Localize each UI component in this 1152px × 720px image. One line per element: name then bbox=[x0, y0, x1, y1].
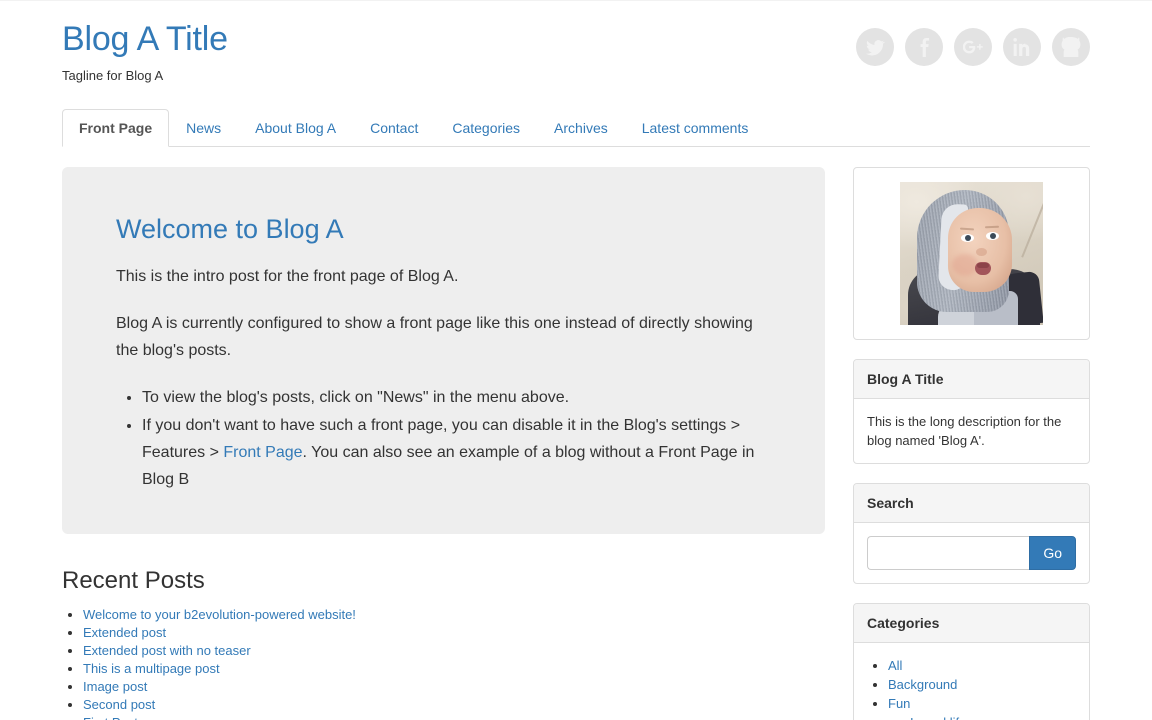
recent-post-link[interactable]: Extended post with no teaser bbox=[83, 643, 251, 658]
baby-photo[interactable] bbox=[900, 182, 1043, 325]
main-nav-tabs: Front Page News About Blog A Contact Cat… bbox=[62, 111, 1090, 147]
intro-paragraph-1: This is the intro post for the front pag… bbox=[116, 263, 771, 290]
recent-posts-section: Recent Posts Welcome to your b2evolution… bbox=[62, 566, 825, 720]
intro-paragraph-2: Blog A is currently configured to show a… bbox=[116, 310, 771, 364]
widget-image-body bbox=[854, 168, 1089, 339]
tab-contact[interactable]: Contact bbox=[353, 109, 435, 147]
recent-post-link[interactable]: Second post bbox=[83, 697, 155, 712]
list-item: In real life Movies bbox=[910, 713, 1076, 720]
main-column: Welcome to Blog A This is the intro post… bbox=[62, 167, 825, 720]
widget-search: Search Go bbox=[853, 483, 1090, 584]
category-link-in-real-life[interactable]: In real life bbox=[910, 715, 966, 720]
widget-description-text: This is the long description for the blo… bbox=[854, 399, 1089, 463]
front-page-link[interactable]: Front Page bbox=[223, 444, 302, 461]
list-item: Welcome to your b2evolution-powered webs… bbox=[83, 606, 825, 624]
search-input[interactable] bbox=[867, 536, 1029, 570]
widget-image bbox=[853, 167, 1090, 340]
recent-post-link[interactable]: Image post bbox=[83, 679, 147, 694]
widget-title: Search bbox=[854, 484, 1089, 523]
sidebar: Blog A Title This is the long descriptio… bbox=[853, 167, 1090, 720]
facebook-icon[interactable] bbox=[905, 28, 943, 66]
photo-mouth bbox=[975, 262, 991, 275]
site-tagline: Tagline for Blog A bbox=[62, 67, 1090, 85]
twitter-icon[interactable] bbox=[856, 28, 894, 66]
tab-latest-comments[interactable]: Latest comments bbox=[625, 109, 766, 147]
photo-eye-right bbox=[986, 232, 999, 240]
linkedin-icon[interactable] bbox=[1003, 28, 1041, 66]
list-item: All bbox=[888, 656, 1076, 675]
widget-categories-body: All Background Fun In real life Movies bbox=[854, 643, 1089, 720]
widget-title: Blog A Title bbox=[854, 360, 1089, 399]
list-item: Fun In real life Movies bbox=[888, 694, 1076, 720]
github-icon[interactable] bbox=[1052, 28, 1090, 66]
page-container: Blog A Title Tagline for Blog A bbox=[62, 1, 1090, 720]
tab-about-blog-a[interactable]: About Blog A bbox=[238, 109, 353, 147]
social-links bbox=[856, 28, 1090, 66]
photo-cheek bbox=[952, 254, 978, 276]
intro-bullet-1: To view the blog's posts, click on "News… bbox=[142, 384, 771, 411]
category-sublist: In real life Movies bbox=[888, 713, 1076, 720]
google-plus-icon[interactable] bbox=[954, 28, 992, 66]
tab-news[interactable]: News bbox=[169, 109, 238, 147]
photo-nose bbox=[976, 248, 987, 256]
widget-blog-description: Blog A Title This is the long descriptio… bbox=[853, 359, 1090, 464]
list-item: Extended post bbox=[83, 624, 825, 642]
list-item: Extended post with no teaser bbox=[83, 642, 825, 660]
recent-post-link[interactable]: Welcome to your b2evolution-powered webs… bbox=[83, 607, 356, 622]
tab-categories[interactable]: Categories bbox=[435, 109, 537, 147]
intro-bullet-2: If you don't want to have such a front p… bbox=[142, 412, 771, 493]
list-item: Image post bbox=[83, 678, 825, 696]
page-root: Blog A Title Tagline for Blog A bbox=[0, 0, 1152, 720]
recent-post-link[interactable]: This is a multipage post bbox=[83, 661, 220, 676]
tab-front-page[interactable]: Front Page bbox=[62, 109, 169, 147]
recent-post-link[interactable]: Extended post bbox=[83, 625, 166, 640]
intro-heading: Welcome to Blog A bbox=[116, 213, 771, 245]
widget-search-body: Go bbox=[854, 523, 1089, 583]
category-link-background[interactable]: Background bbox=[888, 677, 957, 692]
category-link-fun[interactable]: Fun bbox=[888, 696, 910, 711]
search-submit-button[interactable]: Go bbox=[1029, 536, 1076, 570]
list-item: Background bbox=[888, 675, 1076, 694]
widget-title: Categories bbox=[854, 604, 1089, 643]
recent-post-link[interactable]: First Post bbox=[83, 715, 138, 720]
photo-eye-left bbox=[961, 234, 974, 242]
widget-categories: Categories All Background Fun In real li… bbox=[853, 603, 1090, 720]
list-item: This is a multipage post bbox=[83, 660, 825, 678]
intro-panel: Welcome to Blog A This is the intro post… bbox=[62, 167, 825, 534]
category-list: All Background Fun In real life Movies bbox=[867, 656, 1076, 720]
intro-bullet-list: To view the blog's posts, click on "News… bbox=[116, 384, 771, 493]
tab-archives[interactable]: Archives bbox=[537, 109, 625, 147]
site-header: Blog A Title Tagline for Blog A bbox=[62, 19, 1090, 85]
recent-posts-list: Welcome to your b2evolution-powered webs… bbox=[62, 606, 825, 720]
category-link-all[interactable]: All bbox=[888, 658, 902, 673]
search-form: Go bbox=[867, 536, 1076, 570]
recent-posts-heading: Recent Posts bbox=[62, 566, 825, 596]
content-row: Welcome to Blog A This is the intro post… bbox=[62, 167, 1090, 720]
list-item: Second post bbox=[83, 696, 825, 714]
list-item: First Post bbox=[83, 714, 825, 720]
